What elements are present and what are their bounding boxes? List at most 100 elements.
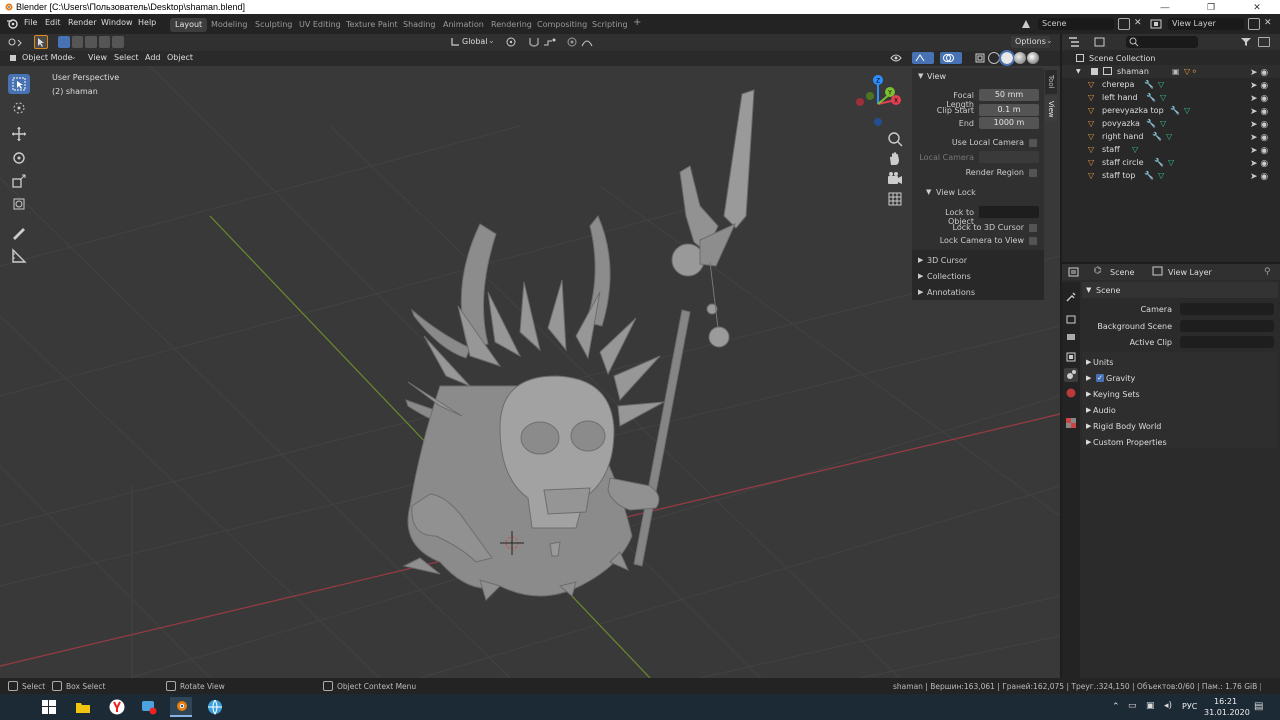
view-layer-icon[interactable]: [1150, 18, 1164, 30]
messenger-app-icon[interactable]: [138, 697, 160, 717]
scale-tool-icon[interactable]: [8, 171, 30, 191]
scene-props-tab-icon[interactable]: [1064, 368, 1078, 382]
3d-cursor-arrow-icon[interactable]: ▶: [918, 256, 923, 264]
scene-panel-arrow-icon[interactable]: ▼: [1086, 286, 1091, 294]
checkbox-icon[interactable]: [1091, 68, 1098, 75]
outliner-scene-collection[interactable]: Scene Collection: [1062, 52, 1280, 65]
view-layer-context-tab[interactable]: View Layer: [1168, 268, 1212, 277]
object-menu[interactable]: Object: [167, 52, 193, 64]
blender-taskbar-icon[interactable]: [170, 697, 192, 717]
new-collection-icon[interactable]: [1258, 37, 1270, 47]
output-tab-icon[interactable]: [1064, 330, 1078, 344]
render-region-checkbox[interactable]: [1029, 169, 1037, 177]
gravity-arrow-icon[interactable]: ▶: [1086, 374, 1091, 382]
units-arrow-icon[interactable]: ▶: [1086, 358, 1091, 366]
snap-target-icon[interactable]: [542, 36, 560, 48]
volume-icon[interactable]: ◂): [1164, 701, 1172, 711]
3d-cursor-section[interactable]: 3D Cursor: [927, 256, 967, 265]
texture-tab-icon[interactable]: [1064, 416, 1078, 430]
filter-icon[interactable]: [1240, 37, 1254, 47]
select-arrow-icon[interactable]: ➤ ◉: [1250, 106, 1276, 119]
collections-arrow-icon[interactable]: ▶: [918, 272, 923, 280]
focal-length-field[interactable]: 50 mm: [979, 89, 1039, 101]
use-local-camera-checkbox[interactable]: [1029, 139, 1037, 147]
clip-end-field[interactable]: 1000 m: [979, 117, 1039, 129]
pin-icon[interactable]: ⚲: [1264, 267, 1271, 277]
tab-layout[interactable]: Layout: [170, 18, 208, 32]
tab-uv-editing[interactable]: UV Editing: [294, 18, 346, 32]
snap-icon[interactable]: [528, 36, 540, 48]
menu-help[interactable]: Help: [138, 18, 156, 27]
gravity-checkbox[interactable]: ✓: [1096, 374, 1104, 382]
menu-render[interactable]: Render: [68, 18, 96, 27]
annotate-tool-icon[interactable]: [8, 222, 30, 242]
select-arrow-icon[interactable]: ➤ ◉: [1250, 93, 1276, 106]
display-mode-icon[interactable]: [1094, 37, 1110, 47]
gizmo-toggle-icon[interactable]: [912, 52, 934, 64]
tab-rendering[interactable]: Rendering: [486, 18, 537, 32]
proportional-edit-icon[interactable]: [566, 36, 578, 48]
view-lock-header[interactable]: View Lock: [936, 188, 976, 197]
view-panel-header[interactable]: View: [927, 72, 946, 81]
sidebar-tab-tool[interactable]: Tool: [1045, 70, 1057, 94]
lock-camera-to-view-checkbox[interactable]: [1029, 237, 1037, 245]
list-item[interactable]: ▽ staff ▽: [1062, 143, 1280, 156]
keying-sets-section[interactable]: Keying Sets: [1093, 390, 1140, 399]
view-lock-arrow-icon[interactable]: ▼: [926, 188, 931, 196]
camera-field[interactable]: [1180, 303, 1274, 315]
select-arrow-icon[interactable]: ➤ ◉: [1250, 145, 1276, 158]
clip-start-field[interactable]: 0.1 m: [979, 104, 1039, 116]
view-layer-field[interactable]: View Layer: [1168, 18, 1244, 30]
rigid-body-world-section[interactable]: Rigid Body World: [1093, 422, 1161, 431]
maximize-button[interactable]: ❐: [1188, 0, 1234, 14]
select-arrow-icon[interactable]: ➤ ◉: [1250, 132, 1276, 145]
keying-sets-arrow-icon[interactable]: ▶: [1086, 390, 1091, 398]
tab-modeling[interactable]: Modeling: [206, 18, 252, 32]
expand-arrow-icon[interactable]: ▼: [1076, 65, 1081, 78]
active-clip-field[interactable]: [1180, 336, 1274, 348]
cursor-tool-icon[interactable]: [8, 98, 30, 118]
select-menu[interactable]: Select: [114, 52, 139, 64]
sidebar-tab-view[interactable]: View: [1045, 96, 1057, 122]
properties-editor-icon[interactable]: [1068, 267, 1084, 277]
list-item[interactable]: ▽ povyazka 🔧 ▽: [1062, 117, 1280, 130]
visibility-icon[interactable]: [890, 52, 910, 64]
list-item[interactable]: ▽ perevyazka top 🔧 ▽: [1062, 104, 1280, 117]
windows-start-icon[interactable]: [38, 697, 60, 717]
view-header-arrow-icon[interactable]: ▼: [918, 72, 923, 80]
local-camera-field[interactable]: [979, 151, 1039, 163]
list-item[interactable]: ▽ left hand 🔧 ▽: [1062, 91, 1280, 104]
pan-hand-icon[interactable]: [886, 150, 904, 168]
background-scene-field[interactable]: [1180, 320, 1274, 332]
gravity-section[interactable]: Gravity: [1106, 374, 1135, 383]
menu-edit[interactable]: Edit: [45, 18, 61, 27]
outliner-editor-icon[interactable]: [1068, 37, 1084, 47]
3d-viewport[interactable]: User Perspective (2) shaman Z X Y: [0, 66, 1060, 678]
editor-type-icon[interactable]: [6, 36, 24, 48]
render-tab-icon[interactable]: [1064, 312, 1078, 326]
select-arrow-icon[interactable]: ➤ ◉: [1250, 158, 1276, 171]
audio-arrow-icon[interactable]: ▶: [1086, 406, 1091, 414]
select-arrow-icon[interactable]: ➤ ◉: [1250, 171, 1276, 184]
list-item[interactable]: ▽ right hand 🔧 ▽: [1062, 130, 1280, 143]
notifications-icon[interactable]: ▤: [1254, 701, 1263, 712]
overlays-toggle-icon[interactable]: [940, 52, 962, 64]
tab-shading[interactable]: Shading: [398, 18, 441, 32]
move-tool-icon[interactable]: [8, 124, 30, 144]
select-arrow-icon[interactable]: ➤ ◉: [1250, 67, 1276, 80]
new-view-layer-icon[interactable]: [1248, 18, 1260, 30]
lock-to-3d-cursor-checkbox[interactable]: [1029, 224, 1037, 232]
units-section[interactable]: Units: [1093, 358, 1113, 367]
lock-to-object-field[interactable]: [979, 206, 1039, 218]
globe-app-icon[interactable]: [204, 697, 226, 717]
tab-animation[interactable]: Animation: [438, 18, 489, 32]
new-scene-icon[interactable]: [1118, 18, 1130, 30]
options-dropdown[interactable]: Options: [1011, 36, 1050, 48]
rigid-body-arrow-icon[interactable]: ▶: [1086, 422, 1091, 430]
tab-compositing[interactable]: Compositing: [532, 18, 592, 32]
select-box-tool-icon[interactable]: [8, 74, 30, 94]
menu-window[interactable]: Window: [101, 18, 133, 27]
menu-file[interactable]: File: [24, 18, 37, 27]
blender-menu-icon[interactable]: [6, 18, 18, 30]
scene-panel-header[interactable]: Scene: [1096, 286, 1120, 295]
